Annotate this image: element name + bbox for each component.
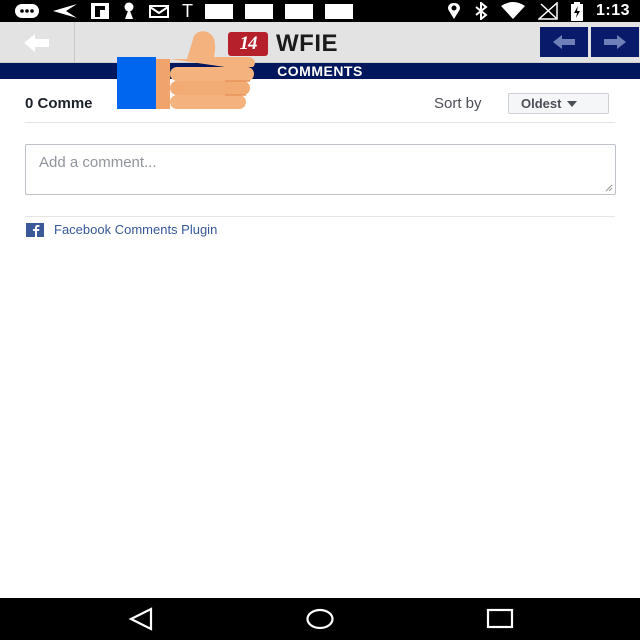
clock: 1:13 <box>595 2 630 19</box>
notification-block-2 <box>245 3 273 19</box>
text-icon: T <box>182 1 193 21</box>
location-icon <box>447 3 460 19</box>
comment-placeholder: Add a comment... <box>39 154 157 171</box>
sort-dropdown[interactable]: Oldest <box>508 93 609 114</box>
wifi-icon <box>500 2 525 19</box>
status-bar: T 1:13 <box>0 0 640 22</box>
bluetooth-icon <box>475 2 488 20</box>
no-signal-icon <box>537 2 558 20</box>
home-circle-icon[interactable] <box>306 607 334 631</box>
comment-count: 0 Comme <box>25 95 93 112</box>
messaging-icon <box>15 4 39 18</box>
status-bar-notifications: T <box>14 2 353 20</box>
mail-icon <box>149 5 169 18</box>
comments-banner: COMMENTS <box>0 63 640 79</box>
sort-value: Oldest <box>521 96 562 111</box>
comments-header: 0 Comme Sort by Oldest <box>25 92 615 116</box>
facebook-icon <box>26 222 44 237</box>
comment-input[interactable]: Add a comment... <box>25 144 616 195</box>
arrow-left-icon <box>553 35 575 49</box>
arrow-left-icon <box>24 33 49 52</box>
back-button[interactable] <box>0 22 75 63</box>
previous-article-button[interactable] <box>540 27 588 57</box>
notification-block-3 <box>285 3 313 19</box>
resize-grip-icon[interactable] <box>605 184 613 192</box>
flipboard-icon <box>91 3 109 19</box>
logo-text: WFIE <box>276 30 338 57</box>
notification-block-4 <box>325 3 353 19</box>
thumbs-up-icon <box>117 31 255 109</box>
status-bar-system: 1:13 <box>446 1 630 21</box>
battery-charging-icon <box>570 1 583 21</box>
divider <box>25 216 615 217</box>
divider <box>25 122 615 123</box>
send-icon <box>53 4 77 18</box>
arrow-right-icon <box>604 35 626 49</box>
navigation-bar <box>0 598 640 640</box>
next-article-button[interactable] <box>591 27 639 57</box>
keyhole-icon <box>124 2 134 19</box>
app-toolbar: 14 WFIE <box>0 22 640 63</box>
recents-square-icon[interactable] <box>486 607 514 631</box>
back-triangle-icon[interactable] <box>128 607 154 631</box>
facebook-plugin-link[interactable]: Facebook Comments Plugin <box>25 222 217 237</box>
notification-block-1 <box>205 3 233 19</box>
plugin-label: Facebook Comments Plugin <box>54 222 218 237</box>
caret-down-icon <box>567 100 578 107</box>
sort-label: Sort by <box>434 95 482 112</box>
